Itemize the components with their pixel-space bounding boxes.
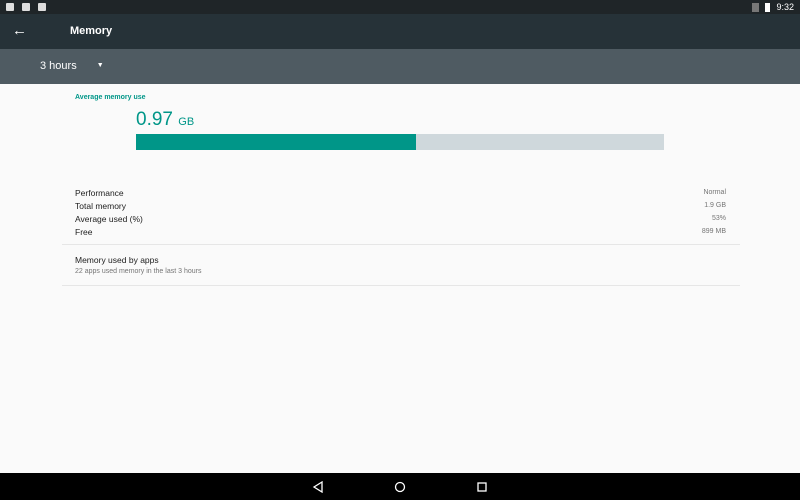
clock: 9:32 [776,2,794,12]
memory-usage-fill [136,134,416,150]
recents-icon[interactable] [476,481,488,493]
stat-row: Total memory 1.9 GB [75,199,726,212]
divider [62,285,740,286]
arrow-left-icon[interactable]: ← [12,22,27,39]
average-memory-value: 0.97 GB [136,109,194,131]
average-memory-label: Average memory use [75,94,146,101]
memory-used-by-apps-item[interactable]: Memory used by apps 22 apps used memory … [75,255,201,275]
stat-row: Free 899 MB [75,225,726,238]
time-range-value: 3 hours [40,60,77,72]
sd-card-icon [38,3,46,11]
stat-value: 1.9 GB [704,202,726,209]
stat-value: 53% [711,215,726,222]
status-bar: 9:32 [0,0,800,14]
stat-value: Normal [703,189,726,196]
stat-label: Performance [75,187,124,198]
stat-row: Average used (%) 53% [75,212,726,225]
stat-label: Average used (%) [75,213,143,224]
stat-label: Total memory [75,200,127,211]
divider [62,244,740,245]
stat-label: Free [75,226,93,237]
home-icon[interactable] [394,481,406,493]
value: 0.97 [136,109,173,130]
back-icon[interactable] [312,480,324,493]
item-subtitle: 22 apps used memory in the last 3 hours [75,268,202,275]
time-range-dropdown[interactable]: 3 hours ▼ [40,60,104,72]
battery-icon [765,2,771,12]
lock-icon [22,3,30,11]
page-title: Memory [70,25,113,37]
unit: GB [178,116,195,128]
no-sim-icon [752,2,760,12]
stats-list: Performance Normal Total memory 1.9 GB Ave… [75,186,726,238]
stat-row: Performance Normal [75,186,726,199]
memory-usage-bar [136,134,664,150]
image-icon [6,3,14,11]
app-bar: ← Memory [0,14,800,49]
navigation-bar [0,473,800,500]
stat-value: 899 MB [701,228,726,235]
filter-bar: 3 hours ▼ [0,49,800,84]
caret-down-icon: ▼ [96,62,104,69]
item-title: Memory used by apps [75,255,159,265]
